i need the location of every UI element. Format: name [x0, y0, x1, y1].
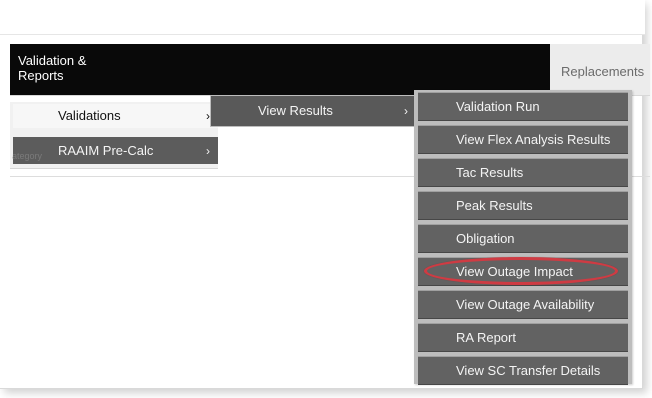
top-blank-area: [0, 0, 645, 35]
submenu-item-obligation[interactable]: Obligation: [418, 224, 628, 253]
menu-item-raaim-pre-calc[interactable]: RAAIM Pre-Calc ›: [13, 137, 218, 164]
menu-item-view-results-label: View Results: [258, 103, 333, 118]
menu-validation-reports[interactable]: Validation & Reports: [18, 53, 138, 83]
chevron-right-icon: ›: [206, 143, 210, 158]
submenu-item-view-sc-transfer-details[interactable]: View SC Transfer Details: [418, 356, 628, 385]
submenu-item-peak-results[interactable]: Peak Results: [418, 191, 628, 220]
faint-background-label: ategory: [12, 151, 43, 161]
submenu-item-view-flex-analysis-results[interactable]: View Flex Analysis Results: [418, 125, 628, 154]
view-results-submenu: Validation Run View Flex Analysis Result…: [414, 90, 632, 385]
chevron-right-icon: ›: [404, 104, 408, 118]
menu-item-validations-label: Validations: [58, 108, 121, 123]
submenu-item-view-outage-impact[interactable]: View Outage Impact: [418, 257, 628, 286]
menu-item-view-results[interactable]: View Results ›: [210, 95, 415, 127]
submenu-item-validation-run[interactable]: Validation Run: [418, 92, 628, 121]
menu-item-raaim-pre-calc-label: RAAIM Pre-Calc: [58, 142, 154, 158]
submenu-item-view-outage-availability[interactable]: View Outage Availability: [418, 290, 628, 319]
submenu-item-ra-report[interactable]: RA Report: [418, 323, 628, 352]
submenu-item-tac-results[interactable]: Tac Results: [418, 158, 628, 187]
menu-replacements[interactable]: Replacements: [561, 64, 644, 80]
menu-item-validations[interactable]: Validations ›: [13, 104, 218, 128]
application-window: Validation & Reports Replacements Valida…: [0, 0, 652, 398]
